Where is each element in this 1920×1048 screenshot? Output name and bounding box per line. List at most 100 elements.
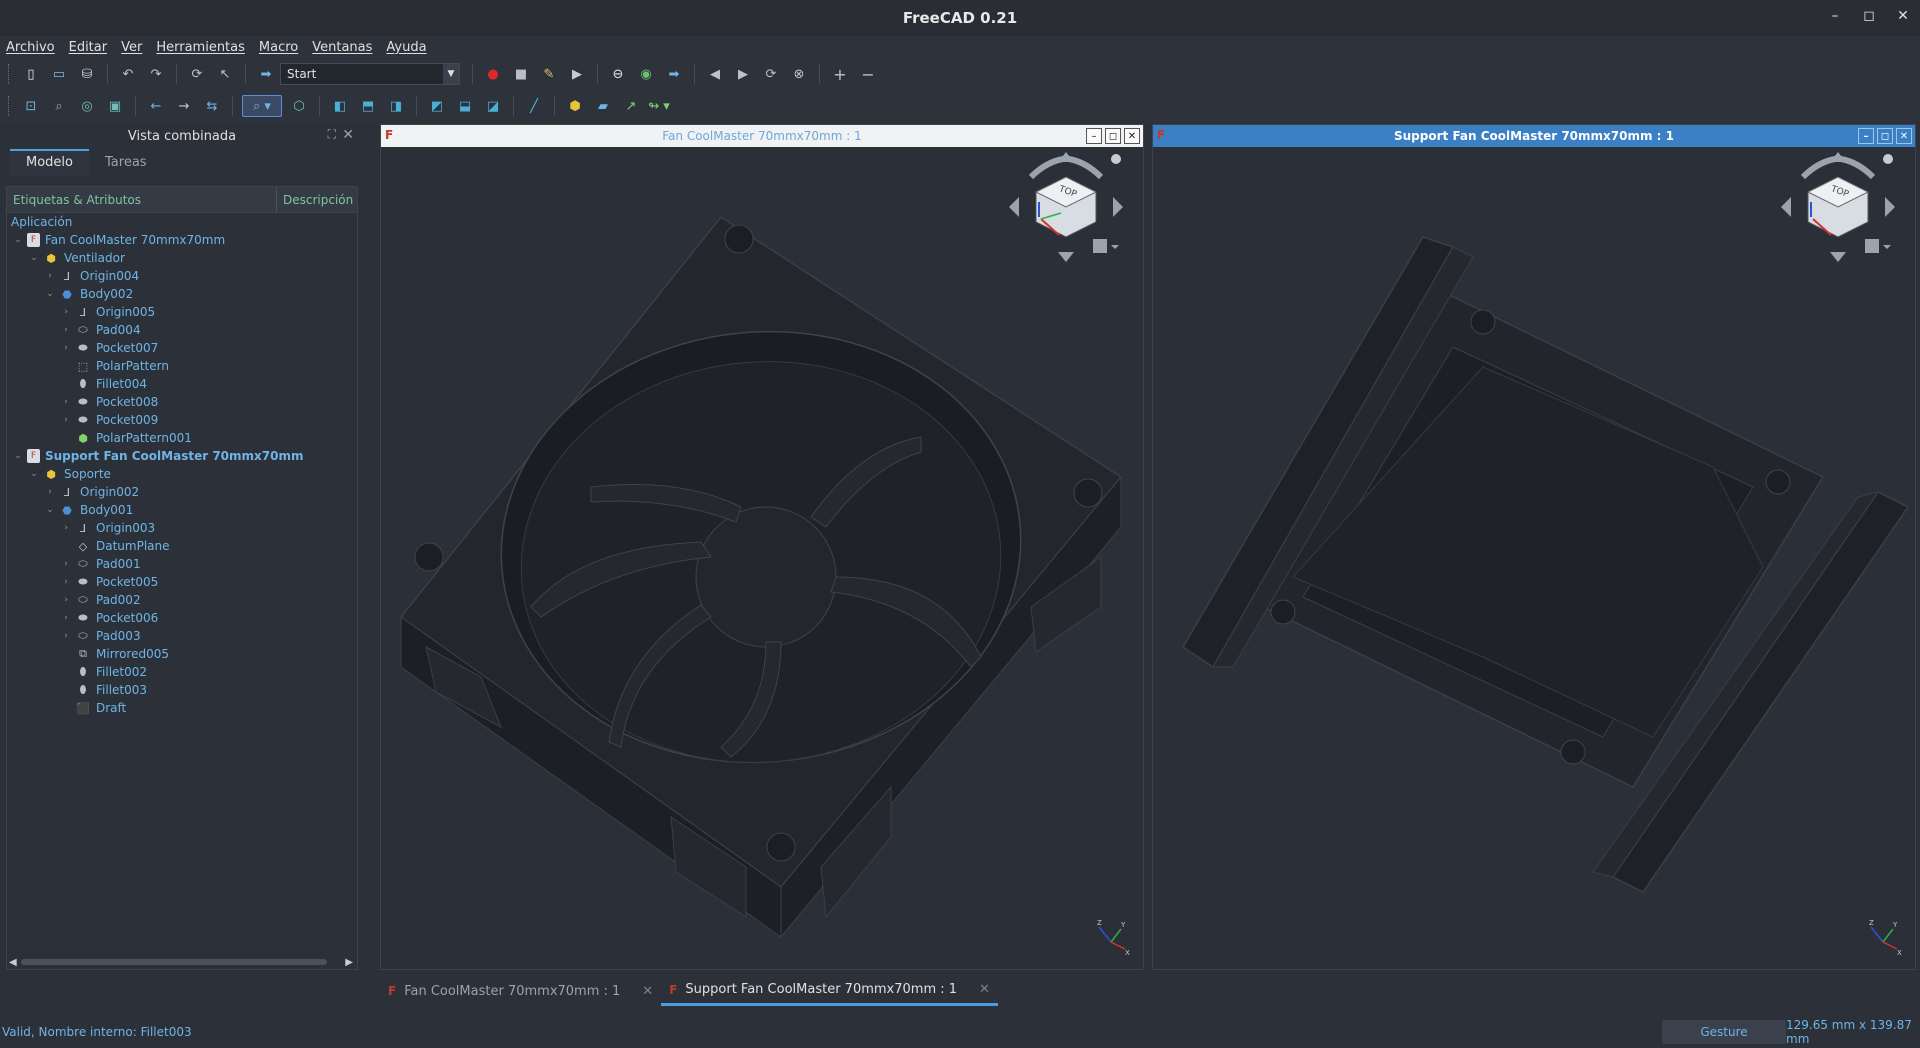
tree-expander-icon[interactable]: ›: [59, 631, 73, 641]
menu-editar[interactable]: Editar: [69, 40, 108, 55]
tree-item[interactable]: ⌄ ⬢ Ventilador: [7, 249, 357, 267]
tree-expander-icon[interactable]: ›: [59, 343, 73, 353]
rotate-right-icon[interactable]: [1840, 156, 1876, 180]
nav-left-arrow-icon[interactable]: [1009, 197, 1019, 217]
tree-item[interactable]: ⌄ F Fan CoolMaster 70mmx70mm: [7, 231, 357, 249]
chevron-down-icon[interactable]: [1111, 245, 1119, 249]
menu-ver[interactable]: Ver: [121, 40, 142, 55]
tree-item[interactable]: ⬚ PolarPattern: [7, 357, 357, 375]
tree-item[interactable]: › ⬬ Pocket005: [7, 573, 357, 591]
link-actions-icon[interactable]: ↬ ▾: [648, 95, 670, 117]
menu-herramientas[interactable]: Herramientas: [156, 40, 245, 55]
navigation-style-button[interactable]: Gesture: [1662, 1020, 1786, 1044]
column-header-labels[interactable]: Etiquetas & Atributos: [7, 187, 277, 212]
maximize-icon[interactable]: ◻: [1862, 8, 1876, 24]
tree-item[interactable]: ⌄ F Support Fan CoolMaster 70mmx70mm: [7, 447, 357, 465]
menu-ayuda[interactable]: Ayuda: [386, 40, 426, 55]
view-bottom-icon[interactable]: ⬓: [454, 95, 476, 117]
fit-all-icon[interactable]: ⊡: [20, 95, 42, 117]
scroll-right-icon[interactable]: ▶: [345, 957, 353, 968]
tree-expander-icon[interactable]: ›: [59, 577, 73, 587]
menu-macro[interactable]: Macro: [259, 40, 298, 55]
tab-tareas[interactable]: Tareas: [89, 151, 163, 176]
tree-item[interactable]: › ⬭ Pad002: [7, 591, 357, 609]
tree-item[interactable]: › ⬭ Pad003: [7, 627, 357, 645]
web-forward-icon[interactable]: ➡: [663, 63, 685, 85]
close-icon[interactable]: ✕: [1896, 8, 1910, 24]
minimize-icon[interactable]: –: [1086, 128, 1102, 144]
close-tab-icon[interactable]: ✕: [642, 984, 653, 999]
chevron-down-icon[interactable]: [1883, 245, 1891, 249]
nav-right-arrow-icon[interactable]: [1885, 197, 1895, 217]
rotate-left-icon[interactable]: [1800, 156, 1836, 180]
tree-expander-icon[interactable]: ⌄: [43, 505, 57, 515]
open-document-icon[interactable]: ▭: [48, 63, 70, 85]
menu-ventanas[interactable]: Ventanas: [312, 40, 372, 55]
tree-expander-icon[interactable]: ›: [59, 595, 73, 605]
close-icon[interactable]: ✕: [1124, 128, 1140, 144]
tree-item[interactable]: ⬮ Fillet004: [7, 375, 357, 393]
sync-view-icon[interactable]: ⇆: [201, 95, 223, 117]
nav-stop-icon[interactable]: ⊗: [788, 63, 810, 85]
nav-left-arrow-icon[interactable]: [1781, 197, 1791, 217]
tree-item[interactable]: ⬮ Fillet003: [7, 681, 357, 699]
rotate-right-icon[interactable]: [1068, 156, 1104, 180]
view-forward-icon[interactable]: →: [173, 95, 195, 117]
new-document-icon[interactable]: ▯: [20, 63, 42, 85]
tree-item[interactable]: ⧉ Mirrored005: [7, 645, 357, 663]
maximize-icon[interactable]: ◻: [1877, 128, 1893, 144]
view-top-icon[interactable]: ⬒: [357, 95, 379, 117]
3d-viewport-fan[interactable]: TOP Z Y X: [381, 147, 1143, 969]
chevron-down-icon[interactable]: ▼: [443, 64, 459, 84]
tree-item[interactable]: ⬢ PolarPattern001: [7, 429, 357, 447]
tree-expander-icon[interactable]: ⌄: [27, 469, 41, 479]
tab-document-support[interactable]: F Support Fan CoolMaster 70mmx70mm : 1 ✕: [661, 976, 998, 1006]
tree-expander-icon[interactable]: ⌄: [11, 451, 25, 461]
tree-expander-icon[interactable]: ⌄: [27, 253, 41, 263]
tree-expander-icon[interactable]: ›: [59, 325, 73, 335]
view-menu-icon[interactable]: [1883, 154, 1893, 164]
tree-item[interactable]: › ⬬ Pocket009: [7, 411, 357, 429]
close-panel-icon[interactable]: ✕: [342, 127, 354, 143]
std-view-zoom-icon[interactable]: ⌕ ▾: [242, 95, 282, 117]
view-left-icon[interactable]: ◪: [482, 95, 504, 117]
maximize-icon[interactable]: ◻: [1105, 128, 1121, 144]
zoom-minus-icon[interactable]: −: [857, 63, 879, 85]
macro-edit-icon[interactable]: ✎: [538, 63, 560, 85]
tree-expander-icon[interactable]: ›: [59, 559, 73, 569]
tree-expander-icon[interactable]: ›: [59, 397, 73, 407]
macro-run-icon[interactable]: ▶: [566, 63, 588, 85]
web-globe-icon[interactable]: ◉: [635, 63, 657, 85]
tree-item[interactable]: › ⬭ Pad004: [7, 321, 357, 339]
nav-back-icon[interactable]: ◀: [704, 63, 726, 85]
close-icon[interactable]: ✕: [1896, 128, 1912, 144]
measure-distance-icon[interactable]: ╱: [523, 95, 545, 117]
tree-item[interactable]: ⬛ Draft: [7, 699, 357, 717]
tree-item[interactable]: › ⅃ Origin004: [7, 267, 357, 285]
scroll-left-icon[interactable]: ◀: [9, 957, 17, 968]
minimize-icon[interactable]: –: [1828, 8, 1842, 24]
tree-expander-icon[interactable]: ⌄: [11, 235, 25, 245]
view-right-icon[interactable]: ◨: [385, 95, 407, 117]
tree-item[interactable]: › ⬬ Pocket006: [7, 609, 357, 627]
tree-horizontal-scrollbar[interactable]: ◀ ▶: [7, 955, 357, 969]
no-entry-icon[interactable]: ⊖: [607, 63, 629, 85]
link-make-icon[interactable]: ↗: [620, 95, 642, 117]
navigation-cube[interactable]: TOP: [1001, 147, 1131, 277]
tree-item[interactable]: › ⅃ Origin005: [7, 303, 357, 321]
view-isometric-icon[interactable]: ⬡: [288, 95, 310, 117]
toolbar-grip[interactable]: [8, 64, 11, 84]
tree-item[interactable]: ⌄ ⬣ Body002: [7, 285, 357, 303]
zoom-plus-icon[interactable]: +: [829, 63, 851, 85]
view-rear-icon[interactable]: ◩: [426, 95, 448, 117]
tree-expander-icon[interactable]: ›: [43, 271, 57, 281]
tree-expander-icon[interactable]: ⌄: [43, 289, 57, 299]
nav-down-arrow-icon[interactable]: [1830, 252, 1846, 262]
draw-style-icon[interactable]: ◎: [76, 95, 98, 117]
workbench-selector[interactable]: Start ▼: [280, 63, 460, 85]
tree-item[interactable]: ⌄ ⬢ Soporte: [7, 465, 357, 483]
nav-right-arrow-icon[interactable]: [1113, 197, 1123, 217]
tree-expander-icon[interactable]: ›: [59, 613, 73, 623]
fit-selection-icon[interactable]: ⌕: [48, 95, 70, 117]
macro-record-icon[interactable]: ●: [482, 63, 504, 85]
